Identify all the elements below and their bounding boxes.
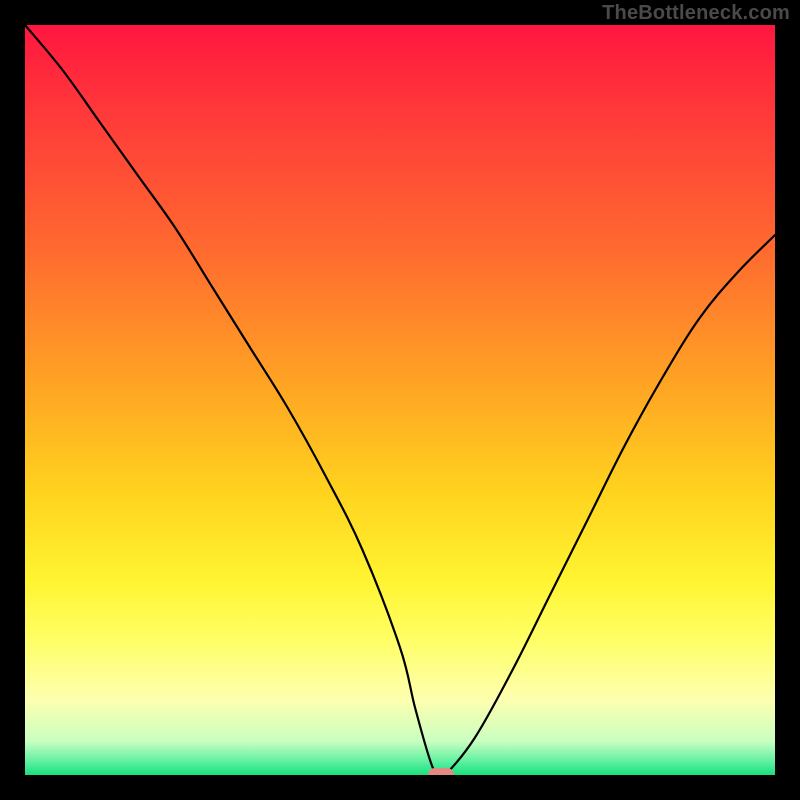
chart-frame: TheBottleneck.com bbox=[0, 0, 800, 800]
plot-area bbox=[25, 25, 775, 775]
gradient-background bbox=[25, 25, 775, 775]
watermark-text: TheBottleneck.com bbox=[602, 2, 790, 25]
bottleneck-chart bbox=[25, 25, 775, 775]
